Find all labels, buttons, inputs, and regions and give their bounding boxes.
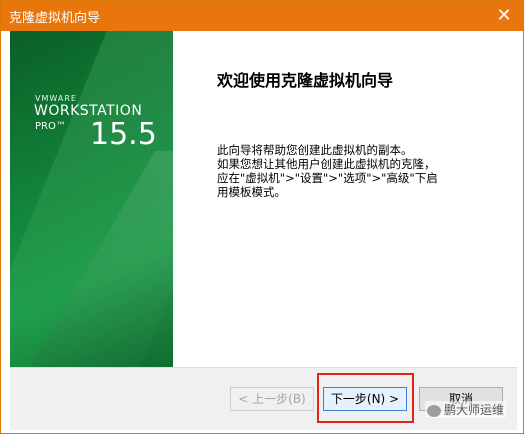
title-bar: 克隆虚拟机向导 ✕ <box>1 1 523 31</box>
close-icon[interactable]: ✕ <box>491 4 517 28</box>
description-line: 此向导将帮助您创建此虚拟机的副本。 <box>217 143 413 157</box>
edition-label: PRO™ <box>35 121 66 132</box>
clone-wizard-window: 克隆虚拟机向导 ✕ VMWARE WORKSTATION PRO™ 15.5 欢… <box>0 0 524 434</box>
vmware-banner: VMWARE WORKSTATION PRO™ 15.5 <box>10 31 173 367</box>
wechat-icon <box>427 404 441 417</box>
highlight-box <box>317 373 414 423</box>
description-line: 用模板模式。 <box>217 185 286 199</box>
watermark: 鹏大师运维 <box>425 401 507 418</box>
watermark-text: 鹏大师运维 <box>444 403 505 417</box>
description-text: 此向导将帮助您创建此虚拟机的副本。 如果您想让其他用户创建此虚拟机的克隆， 应在… <box>217 143 497 199</box>
back-button: < 上一步(B) <box>230 387 314 411</box>
description-line: 应在"虚拟机">"设置">"选项">"高级"下启 <box>217 171 438 185</box>
brand-label: VMWARE <box>35 94 77 103</box>
window-title: 克隆虚拟机向导 <box>9 11 101 26</box>
version-label: 15.5 <box>90 117 157 152</box>
page-title: 欢迎使用克隆虚拟机向导 <box>217 71 394 90</box>
description-line: 如果您想让其他用户创建此虚拟机的克隆， <box>217 157 436 171</box>
